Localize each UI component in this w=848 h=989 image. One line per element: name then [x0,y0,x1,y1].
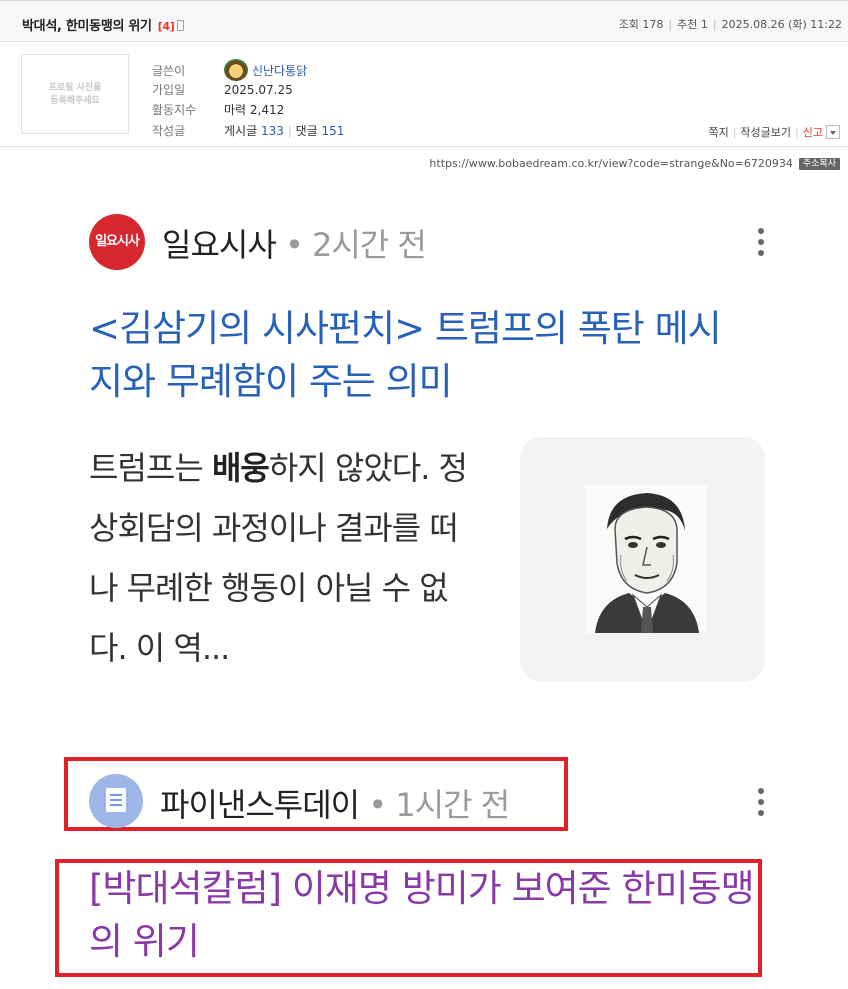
author-nickname[interactable]: 신난다통닭 [252,64,307,78]
recommend-count: 추천 1 [677,18,708,31]
activity-row: 활동지수 마력 2,412 [152,102,284,118]
joined-row: 가입일 2025.07.25 [152,82,293,98]
joined-label: 가입일 [152,83,186,97]
article1-source-line: 일요시사 • 2시간 전 [162,220,427,266]
post-url-line: https://www.bobaedream.co.kr/view?code=s… [429,156,840,170]
ilyosisa-logo: 일요시사 [89,214,145,270]
posts-label: 작성글 [152,124,186,138]
summary-text-pre: 트럼프는 [89,449,212,487]
view-posts-link[interactable]: 작성글보기 [740,126,791,139]
joined-date: 2025.07.25 [224,83,293,97]
copy-url-button[interactable]: 주소복사 [798,158,840,170]
avatar[interactable] [224,59,248,81]
posts-row: 작성글 게시글 133 | 댓글 151 [152,124,345,138]
financetoday-logo [89,774,143,828]
writer-label: 글쓴이 [152,64,186,78]
photo-placeholder-line2: 등록해주세요 [50,96,100,106]
post-title: 박대석, 한미동맹의 위기 [4] [22,15,184,34]
article1-source[interactable]: 일요시사 [162,226,277,264]
comment-count[interactable]: [4] [158,20,175,33]
summary-text-bold: 배웅 [211,449,270,487]
writer-row: 글쓴이 신난다통닭 [152,59,307,81]
chevron-down-icon[interactable] [826,125,840,139]
comments-text: 댓글 [295,124,318,138]
posts-text: 게시글 [224,124,258,138]
article1-summary[interactable]: 트럼프는 배웅하지 않았다. 정상회담의 과정이나 결과를 떠나 무례한 행동이… [89,438,484,678]
activity-value: 마력 2,412 [224,103,285,117]
view-count: 조회 178 [618,18,664,31]
activity-label: 활동지수 [152,103,197,117]
more-options-icon[interactable] [758,228,764,258]
portrait-sketch-image [585,485,707,633]
mobile-icon [176,20,184,31]
author-actions: 쪽지 | 작성글보기 | 신고 [708,124,840,140]
article1-headline[interactable]: <김삼기의 시사펀치> 트럼프의 폭탄 메시지와 무례함이 주는 의미 [89,302,739,408]
post-meta: 조회 178 | 추천 1 | 2025.08.26 (화) 11:22 [618,18,842,31]
article2-source-line: 파이낸스투데이 • 1시간 전 [160,780,510,826]
posts-count[interactable]: 133 [261,124,284,138]
article2-time: • 1시간 전 [368,786,510,824]
more-options-icon[interactable] [758,788,764,818]
article1-time: • 2시간 전 [284,226,427,264]
article2-headline[interactable]: [박대석칼럼] 이재명 방미가 보여준 한미동맹의 위기 [89,862,779,968]
document-icon [106,788,126,812]
post-url: https://www.bobaedream.co.kr/view?code=s… [429,157,793,170]
profile-photo-placeholder: 프로필 사진을 등록해주세요 [21,54,129,134]
article2-source[interactable]: 파이낸스투데이 [160,786,360,824]
article1-thumbnail[interactable] [520,437,765,682]
post-datetime: 2025.08.26 (화) 11:22 [721,18,842,31]
photo-placeholder-line1: 프로필 사진을 [48,83,102,93]
author-info-box: 프로필 사진을 등록해주세요 글쓴이 신난다통닭 가입일 2025.07.25 활동… [0,42,848,147]
comments-count[interactable]: 151 [321,124,344,138]
message-link[interactable]: 쪽지 [708,126,728,139]
report-link[interactable]: 신고 [803,126,823,139]
post-title-text: 박대석, 한미동맹의 위기 [22,19,152,34]
post-header-bar: 박대석, 한미동맹의 위기 [4] 조회 178 | 추천 1 | 2025.08.26 … [0,0,848,42]
